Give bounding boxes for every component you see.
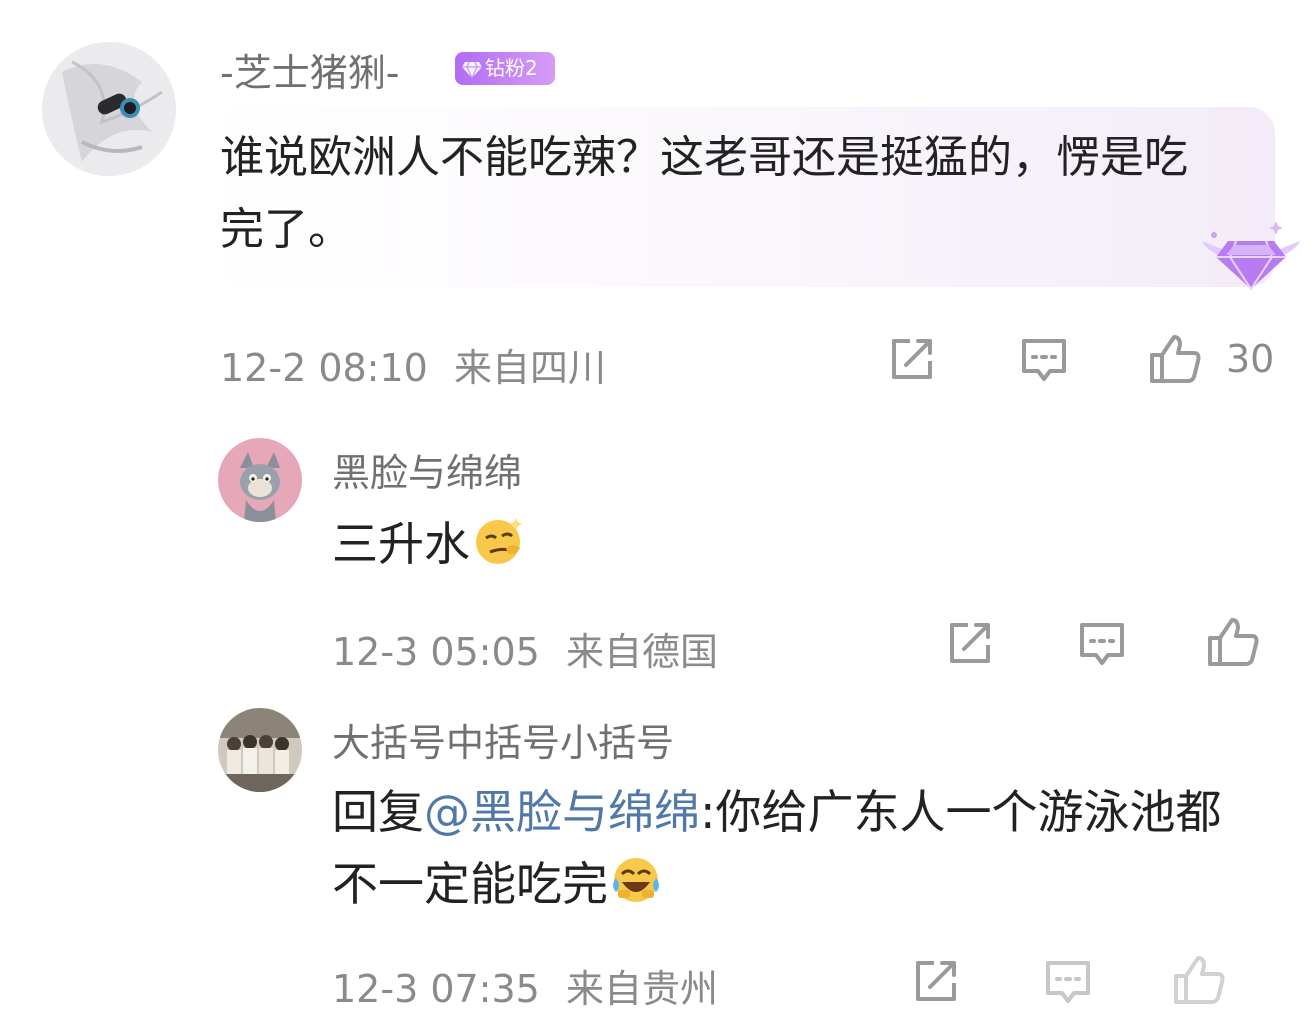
comment-icon[interactable] bbox=[1076, 617, 1128, 669]
reply-prefix: 回复 bbox=[332, 785, 424, 839]
smirk-emoji bbox=[470, 512, 526, 568]
share-icon[interactable] bbox=[886, 333, 938, 385]
comment-time: 12-2 08:10 bbox=[220, 346, 428, 390]
reply-author[interactable]: 大括号中括号小括号 bbox=[332, 712, 674, 767]
comment-location: 来自四川 bbox=[453, 346, 606, 390]
mention-link[interactable]: @黑脸与绵绵 bbox=[424, 785, 700, 839]
reply-text[interactable]: 三升水 bbox=[332, 508, 526, 580]
share-icon[interactable] bbox=[910, 955, 962, 1007]
thumbs-up-icon[interactable] bbox=[1206, 614, 1262, 670]
badge-label: 钻粉2 bbox=[485, 56, 538, 80]
comment-meta: 12-2 08:10 来自四川 bbox=[220, 337, 606, 392]
thumbs-up-icon[interactable] bbox=[1172, 952, 1228, 1008]
share-icon[interactable] bbox=[944, 617, 996, 669]
comment-text[interactable]: 谁说欧洲人不能吃辣？这老哥还是挺猛的，愣是吃完了。 bbox=[220, 122, 1200, 266]
reply-meta: 12-3 05:05 来自德国 bbox=[332, 621, 718, 676]
avatar-image bbox=[218, 438, 302, 522]
reply-text[interactable]: 回复@黑脸与绵绵:你给广东人一个游泳池都不一定能吃完 bbox=[332, 776, 1262, 920]
fan-badge[interactable]: 钻粉2 bbox=[455, 52, 555, 85]
avatar-image bbox=[42, 42, 176, 176]
reply-meta: 12-3 07:35 来自贵州 bbox=[332, 958, 718, 1013]
reply-avatar[interactable] bbox=[218, 438, 302, 522]
comment-author[interactable]: -芝士猪猁- bbox=[220, 42, 399, 97]
reply-body: 三升水 bbox=[332, 517, 470, 571]
diamond-icon bbox=[462, 61, 482, 80]
reply-location: 来自德国 bbox=[565, 630, 718, 674]
like-count: 30 bbox=[1226, 337, 1275, 381]
reply-time: 12-3 07:35 bbox=[332, 967, 540, 1011]
comment-icon[interactable] bbox=[1018, 333, 1070, 385]
reply-avatar[interactable] bbox=[218, 708, 302, 792]
reply-time: 12-3 05:05 bbox=[332, 630, 540, 674]
avatar-image bbox=[218, 708, 302, 792]
avatar[interactable] bbox=[42, 42, 176, 176]
thumbs-up-icon[interactable] bbox=[1148, 331, 1204, 387]
reply-location: 来自贵州 bbox=[565, 967, 718, 1011]
reply-author[interactable]: 黑脸与绵绵 bbox=[332, 442, 522, 497]
diamond-decoration-icon bbox=[1202, 221, 1300, 291]
laugh-cry-emoji bbox=[608, 852, 664, 908]
comment-icon[interactable] bbox=[1042, 955, 1094, 1007]
